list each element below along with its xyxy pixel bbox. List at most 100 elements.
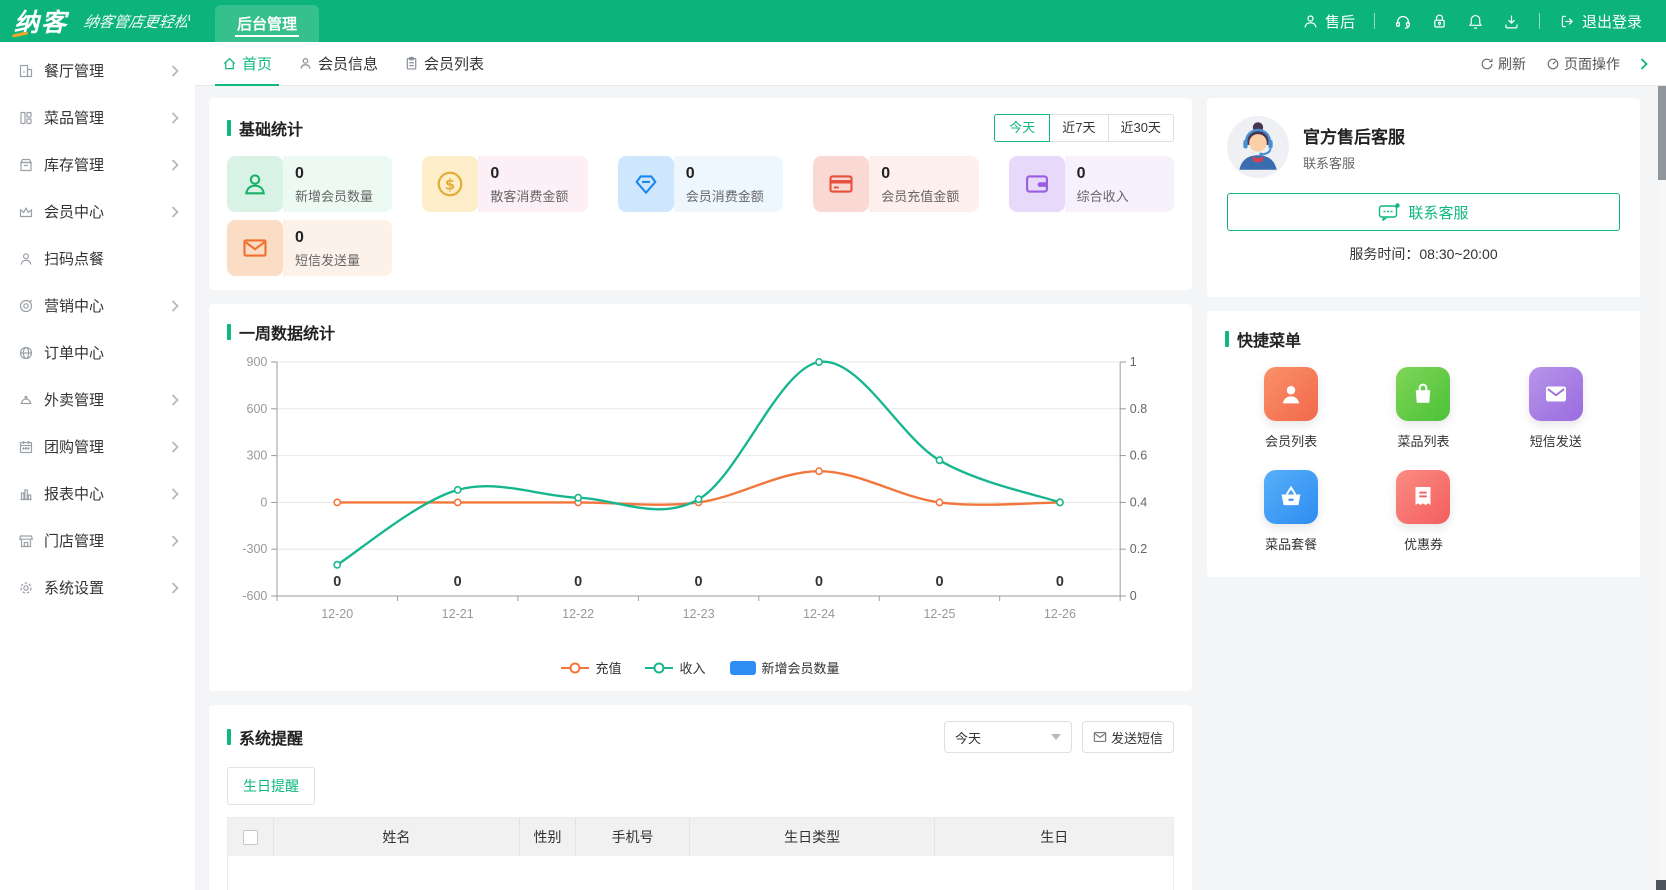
scrollbar-thumb[interactable] (1658, 86, 1666, 180)
sidebar-item-dishes[interactable]: 菜品管理 (0, 94, 195, 141)
logout-link[interactable]: 退出登录 (1559, 11, 1642, 32)
birthday-reminder-tab[interactable]: 生日提醒 (227, 767, 315, 805)
restaurant-icon (18, 63, 34, 79)
dollar-icon: $ (422, 156, 478, 212)
legend-new-members[interactable]: 新增会员数量 (730, 658, 840, 677)
envelope-icon (1093, 730, 1107, 744)
sidebar-item-marketing[interactable]: 营销中心 (0, 282, 195, 329)
week-data-chart: 9006003000-300-60010.80.60.40.2012-20012… (227, 348, 1174, 658)
send-sms-button[interactable]: 发送短信 (1082, 721, 1174, 753)
birthday-table: 姓名 性别 手机号 生日类型 生日 (227, 817, 1174, 890)
filter-7days[interactable]: 近7天 (1049, 114, 1108, 142)
headset-icon[interactable] (1394, 12, 1412, 30)
inventory-icon (18, 157, 34, 173)
bell-icon[interactable] (1467, 13, 1484, 30)
quick-menu-card: 快捷菜单 会员列表 菜品列表 短信发送 (1207, 311, 1640, 577)
date-filter-group: 今天 近7天 近30天 (994, 114, 1174, 142)
select-all-checkbox[interactable] (243, 830, 258, 845)
contact-service-button[interactable]: 联系客服 (1227, 193, 1620, 231)
dishes-icon (18, 110, 34, 126)
stat-sms-sent: 0短信发送量 (227, 220, 392, 276)
legend-income[interactable]: 收入 (645, 658, 705, 677)
chevron-right-icon (171, 441, 179, 453)
svg-text:0: 0 (333, 574, 341, 590)
quick-coupon[interactable]: 优惠券 (1396, 470, 1450, 553)
refresh-button[interactable]: 刷新 (1480, 54, 1526, 74)
sidebar-item-inventory[interactable]: 库存管理 (0, 141, 195, 188)
svg-text:12-25: 12-25 (923, 606, 955, 621)
svg-text:0.8: 0.8 (1130, 401, 1147, 416)
app-slogan: 纳客管店更轻松 (82, 11, 191, 32)
table-body-empty (228, 856, 1173, 890)
sidebar-item-reports[interactable]: 报表中心 (0, 470, 195, 517)
quick-member-list[interactable]: 会员列表 (1264, 367, 1318, 450)
customer-service-card: 官方售后客服 联系客服 联系客服 服务时间：08:30~20:00 (1207, 98, 1640, 297)
expand-chevron-icon[interactable] (1640, 58, 1648, 70)
chevron-right-icon (171, 582, 179, 594)
week-chart-card: 一周数据统计 9006003000-300-60010.80.60.40.201… (209, 304, 1192, 691)
vertical-scrollbar[interactable] (1658, 86, 1666, 890)
sidebar-item-orders[interactable]: 订单中心 (0, 329, 195, 376)
sidebar-item-members[interactable]: 会员中心 (0, 188, 195, 235)
stats-grid: 0新增会员数量 $ 0散客消费金额 0会员消费金额 0会员充值金额 (227, 156, 1174, 276)
reminder-date-select[interactable]: 今天 (944, 721, 1072, 753)
sidebar-item-scan-order[interactable]: 扫码点餐 (0, 235, 195, 282)
groupbuy-icon (18, 439, 34, 455)
nav-tab-backend[interactable]: 后台管理 (215, 5, 319, 42)
tab-home[interactable]: 首页 (209, 42, 285, 86)
col-phone: 手机号 (576, 818, 689, 856)
wallet-icon (1009, 156, 1065, 212)
col-birthday-type: 生日类型 (690, 818, 936, 856)
page-operations-icon (1546, 57, 1560, 71)
sms-send-icon (1529, 367, 1583, 421)
combo-basket-icon (1264, 470, 1318, 524)
svg-text:12-24: 12-24 (803, 606, 835, 621)
tab-member-info[interactable]: 会员信息 (285, 42, 391, 86)
stat-total-income: 0综合收入 (1009, 156, 1174, 212)
quick-dish-list[interactable]: 菜品列表 (1396, 367, 1450, 450)
svg-text:-300: -300 (242, 541, 267, 556)
brand-area: 纳客 纳客管店更轻松 (0, 0, 189, 42)
service-title: 官方售后客服 (1303, 123, 1405, 148)
svg-text:900: 900 (247, 354, 268, 369)
quick-dish-combo[interactable]: 菜品套餐 (1264, 470, 1318, 553)
coupon-icon (1396, 470, 1450, 524)
refresh-icon (1480, 57, 1494, 71)
col-birthday: 生日 (935, 818, 1173, 856)
sidebar-item-settings[interactable]: 系统设置 (0, 564, 195, 611)
quick-menu-grid: 会员列表 菜品列表 短信发送 菜品套餐 (1225, 367, 1622, 553)
line-swatch-icon (645, 661, 673, 675)
chevron-right-icon (171, 300, 179, 312)
svg-text:0: 0 (695, 574, 703, 590)
filter-30days[interactable]: 近30天 (1108, 114, 1174, 142)
sms-icon (227, 220, 283, 276)
member-list-quick-icon (1264, 367, 1318, 421)
svg-text:12-22: 12-22 (562, 606, 594, 621)
svg-text:$: $ (445, 175, 455, 193)
logout-icon (1559, 13, 1576, 30)
sidebar-item-label: 会员中心 (44, 201, 171, 222)
chat-bubble-icon (1378, 202, 1400, 222)
svg-text:12-23: 12-23 (683, 606, 715, 621)
sidebar-item-stores[interactable]: 门店管理 (0, 517, 195, 564)
quick-sms-send[interactable]: 短信发送 (1529, 367, 1583, 450)
tab-member-list[interactable]: 会员列表 (391, 42, 497, 86)
member-add-icon (227, 156, 283, 212)
lock-icon[interactable] (1431, 13, 1448, 30)
page-operations-button[interactable]: 页面操作 (1546, 54, 1620, 74)
col-gender: 性别 (520, 818, 577, 856)
filter-today[interactable]: 今天 (994, 114, 1050, 142)
legend-recharge[interactable]: 充值 (561, 658, 621, 677)
sidebar-item-takeout[interactable]: 外卖管理 (0, 376, 195, 423)
sidebar-item-restaurant[interactable]: 餐厅管理 (0, 47, 195, 94)
svg-text:12-21: 12-21 (442, 606, 474, 621)
sidebar-item-groupbuy[interactable]: 团购管理 (0, 423, 195, 470)
chevron-right-icon (171, 394, 179, 406)
svg-text:0: 0 (815, 574, 823, 590)
chevron-right-icon (171, 488, 179, 500)
support-link[interactable]: 售后 (1302, 11, 1355, 32)
chevron-right-icon (171, 112, 179, 124)
download-icon[interactable] (1503, 13, 1520, 30)
dish-bag-icon (1396, 367, 1450, 421)
sidebar-item-label: 团购管理 (44, 436, 171, 457)
